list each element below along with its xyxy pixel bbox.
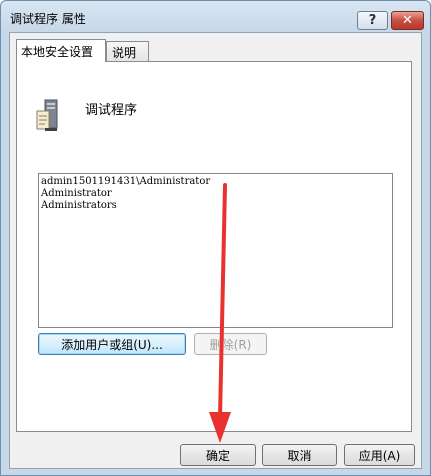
ok-button[interactable]: 确定	[180, 444, 256, 466]
list-item[interactable]: Administrators	[41, 200, 392, 212]
tab-local-security-setting[interactable]: 本地安全设置	[16, 39, 106, 62]
server-policy-icon	[36, 99, 58, 131]
list-item[interactable]: Administrator	[41, 188, 392, 200]
question-icon: ?	[368, 13, 377, 28]
dialog-client-area: 本地安全设置 说明 调试程序 admin1501191431\Administr…	[9, 32, 422, 469]
accounts-listbox[interactable]: admin1501191431\Administrator Administra…	[38, 173, 393, 328]
window-title: 调试程序 属性	[10, 12, 86, 26]
tab-explain[interactable]: 说明	[106, 41, 149, 62]
close-icon: ✕	[402, 13, 413, 28]
cancel-button[interactable]: 取消	[262, 444, 337, 466]
close-button[interactable]: ✕	[391, 11, 424, 30]
policy-name: 调试程序	[85, 103, 138, 118]
properties-dialog: 调试程序 属性 ? ✕ 本地安全设置 说明 调试程序 admin15011914…	[0, 0, 431, 476]
help-button[interactable]: ?	[357, 11, 388, 30]
apply-button[interactable]: 应用(A)	[344, 444, 415, 466]
tab-panel: 调试程序 admin1501191431\Administrator Admin…	[16, 61, 412, 432]
add-user-or-group-button[interactable]: 添加用户或组(U)...	[38, 333, 186, 355]
list-item[interactable]: admin1501191431\Administrator	[41, 176, 392, 188]
title-bar[interactable]: 调试程序 属性 ? ✕	[1, 1, 430, 33]
remove-button[interactable]: 删除(R)	[194, 333, 267, 355]
